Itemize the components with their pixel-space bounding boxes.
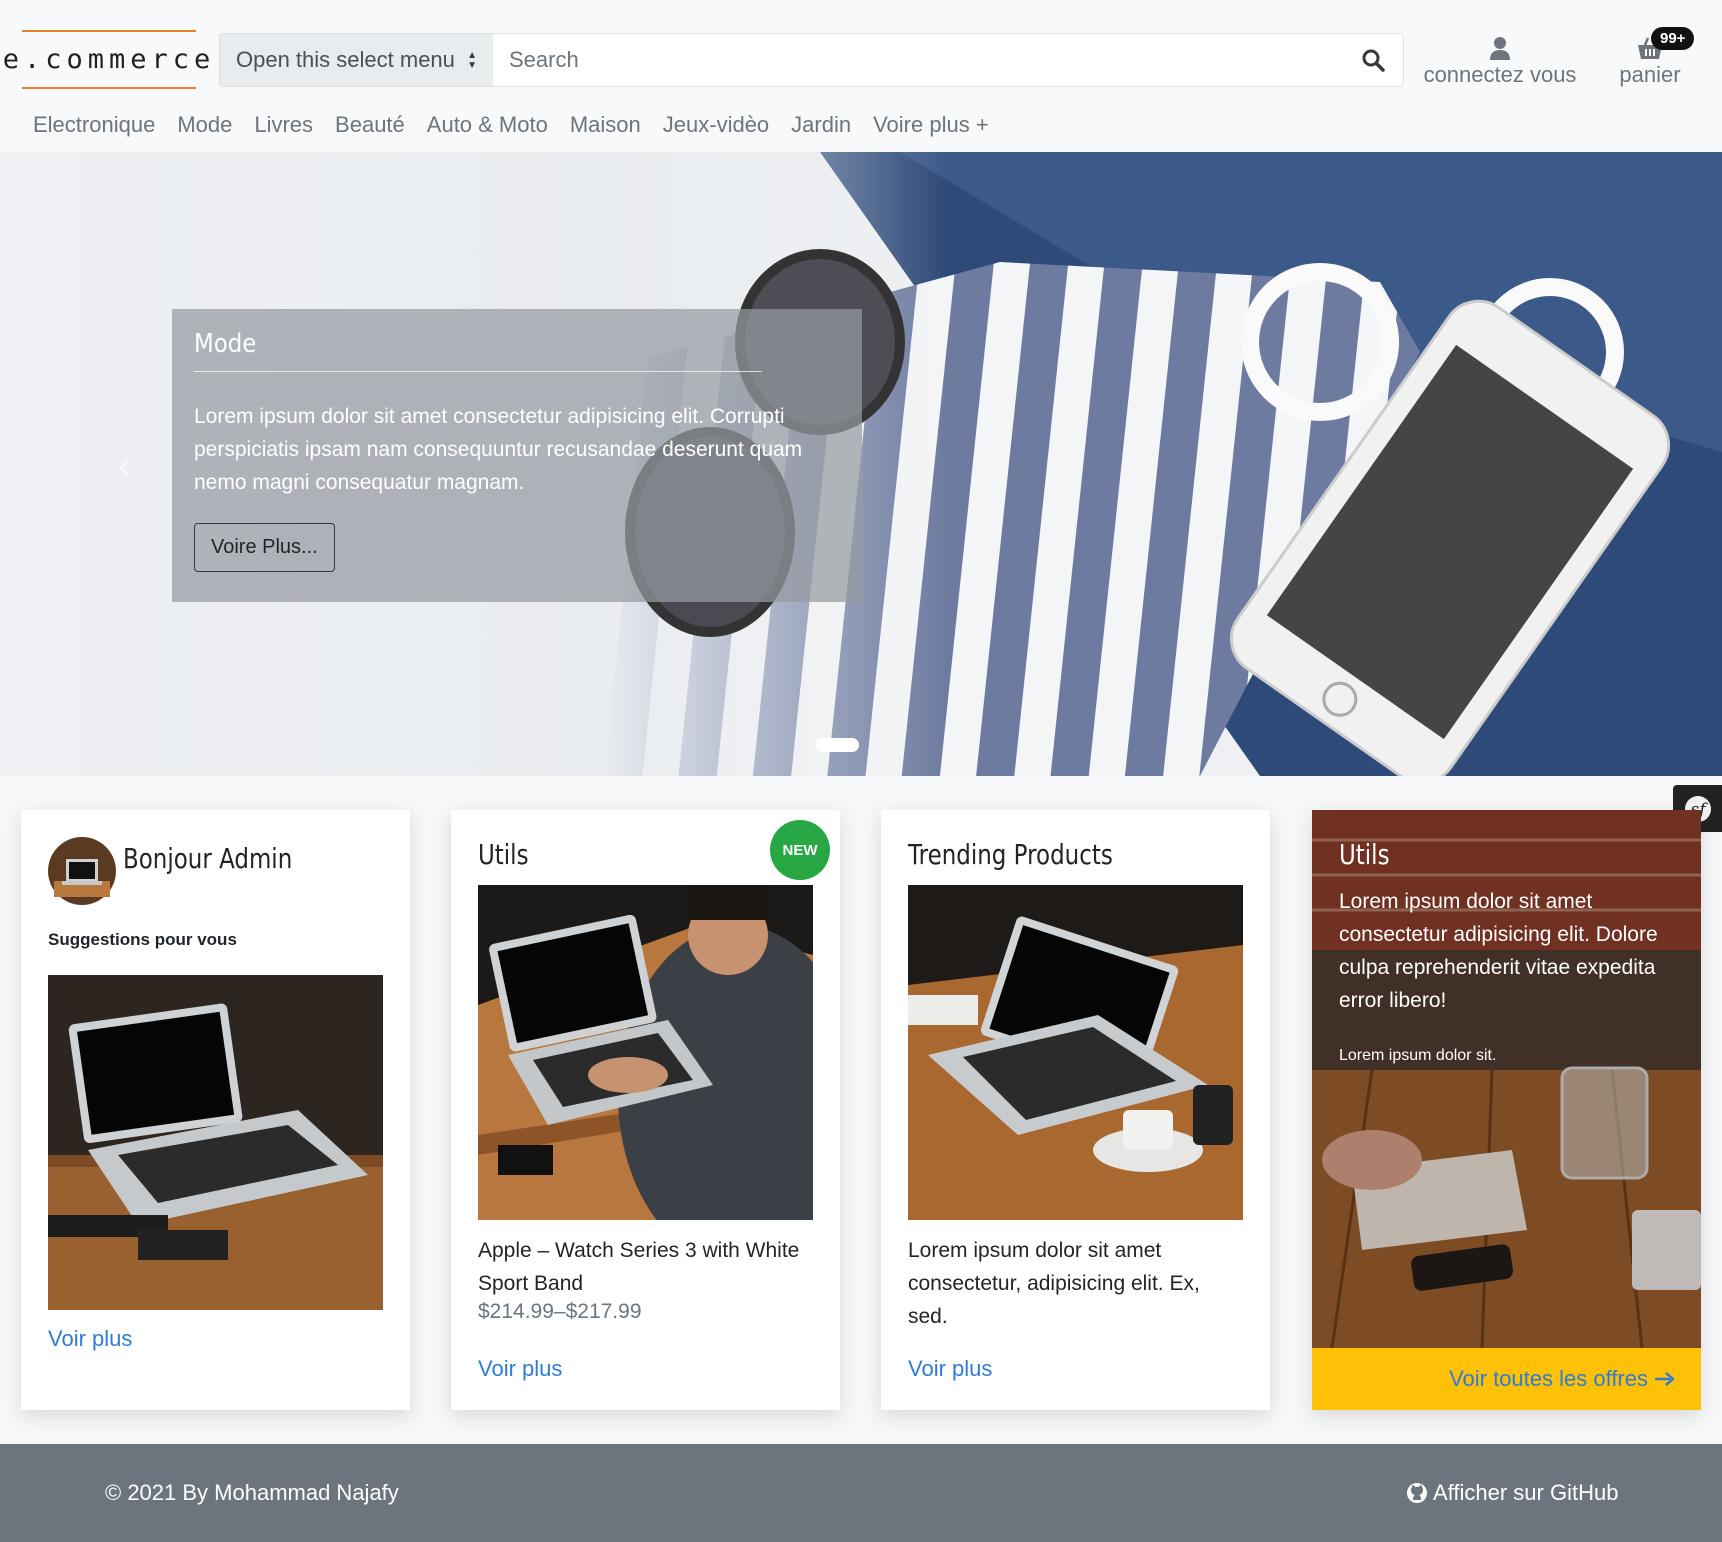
category-select-label: Open this select menu bbox=[236, 47, 455, 72]
trending-card: Trending Products Lorem ipsum dolor sit … bbox=[881, 810, 1270, 1410]
copyright-text: © 2021 By Mohammad Najafy bbox=[105, 1480, 399, 1505]
category-nav: Electronique Mode Livres Beauté Auto & M… bbox=[22, 112, 1000, 138]
trending-title: Trending Products bbox=[908, 838, 1113, 871]
hero-carousel: ‹ Mode Lorem ipsum dolor sit amet consec… bbox=[0, 152, 1722, 776]
logo[interactable]: e.commerce bbox=[3, 30, 210, 89]
search-bar: Open this select menu ▲ ▼ bbox=[219, 33, 1404, 87]
category-select[interactable]: Open this select menu ▲ ▼ bbox=[220, 34, 493, 86]
laptop-photo[interactable] bbox=[48, 975, 383, 1310]
search-button[interactable] bbox=[1343, 34, 1403, 86]
nav-item-jeux-video[interactable]: Jeux-vidèo bbox=[652, 112, 780, 138]
account-label: connectez vous bbox=[1423, 62, 1577, 87]
hero-caption: Mode Lorem ipsum dolor sit amet consecte… bbox=[172, 309, 862, 602]
search-icon bbox=[1362, 49, 1385, 72]
trending-voir-plus-link[interactable]: Voir plus bbox=[908, 1356, 992, 1382]
cart-label: panier bbox=[1619, 62, 1681, 87]
user-icon bbox=[1490, 37, 1510, 60]
hero-voire-plus-button[interactable]: Voire Plus... bbox=[194, 523, 335, 572]
account-link[interactable]: connectez vous bbox=[1420, 36, 1580, 88]
new-badge: NEW bbox=[770, 820, 830, 880]
offer-footer: Voir toutes les offres bbox=[1312, 1348, 1701, 1410]
trending-photo[interactable] bbox=[908, 885, 1243, 1220]
nav-item-jardin[interactable]: Jardin bbox=[780, 112, 862, 138]
header: e.commerce Open this select menu ▲▼ conn… bbox=[0, 0, 1722, 152]
product-price: $214.99–$217.99 bbox=[478, 1300, 642, 1323]
product-photo[interactable] bbox=[478, 885, 813, 1220]
voir-toutes-les-offres-link[interactable]: Voir toutes les offres bbox=[1449, 1366, 1648, 1392]
utils-card: Utils NEW Apple – Watch Series 3 with Wh… bbox=[451, 810, 840, 1410]
hero-text: Lorem ipsum dolor sit amet consectetur a… bbox=[194, 405, 803, 494]
footer: © 2021 By Mohammad Najafy Afficher sur G… bbox=[0, 1444, 1722, 1542]
cart-count-badge: 99+ bbox=[1651, 27, 1695, 50]
carousel-indicator[interactable] bbox=[815, 738, 859, 752]
offer-card: Utils Lorem ipsum dolor sit amet consect… bbox=[1312, 810, 1701, 1410]
hero-title: Mode bbox=[194, 329, 762, 372]
github-icon bbox=[1407, 1483, 1427, 1503]
offer-small-text: Lorem ipsum dolor sit. bbox=[1339, 1047, 1497, 1064]
offer-text: Lorem ipsum dolor sit amet consectetur a… bbox=[1339, 890, 1658, 1012]
nav-item-maison[interactable]: Maison bbox=[559, 112, 652, 138]
utils-title: Utils bbox=[478, 838, 529, 871]
nav-item-electronique[interactable]: Electronique bbox=[22, 112, 166, 138]
suggestions-label: Suggestions pour vous bbox=[48, 930, 237, 949]
nav-item-auto-moto[interactable]: Auto & Moto bbox=[416, 112, 559, 138]
chevron-left-icon[interactable]: ‹ bbox=[118, 444, 130, 486]
nav-item-livres[interactable]: Livres bbox=[243, 112, 324, 138]
welcome-card: Bonjour Admin Suggestions pour vous Voir… bbox=[21, 810, 410, 1410]
welcome-title: Bonjour Admin bbox=[123, 842, 293, 875]
utils-voir-plus-link[interactable]: Voir plus bbox=[478, 1356, 562, 1382]
nav-item-mode[interactable]: Mode bbox=[166, 112, 243, 138]
search-input[interactable] bbox=[493, 34, 1343, 86]
github-label: Afficher sur GitHub bbox=[1433, 1480, 1619, 1505]
arrow-right-icon[interactable] bbox=[1654, 1372, 1674, 1386]
trending-text: Lorem ipsum dolor sit amet consectetur, … bbox=[908, 1239, 1200, 1328]
avatar bbox=[48, 837, 116, 905]
offer-title: Utils bbox=[1339, 838, 1390, 871]
product-name[interactable]: Apple – Watch Series 3 with White Sport … bbox=[478, 1234, 818, 1300]
github-link[interactable]: Afficher sur GitHub bbox=[1406, 1480, 1618, 1506]
select-arrows-icon: ▲ ▼ bbox=[467, 50, 477, 71]
welcome-voir-plus-link[interactable]: Voir plus bbox=[48, 1326, 132, 1352]
nav-item-beaute[interactable]: Beauté bbox=[324, 112, 416, 138]
nav-item-voire-plus[interactable]: Voire plus + bbox=[862, 112, 1000, 138]
